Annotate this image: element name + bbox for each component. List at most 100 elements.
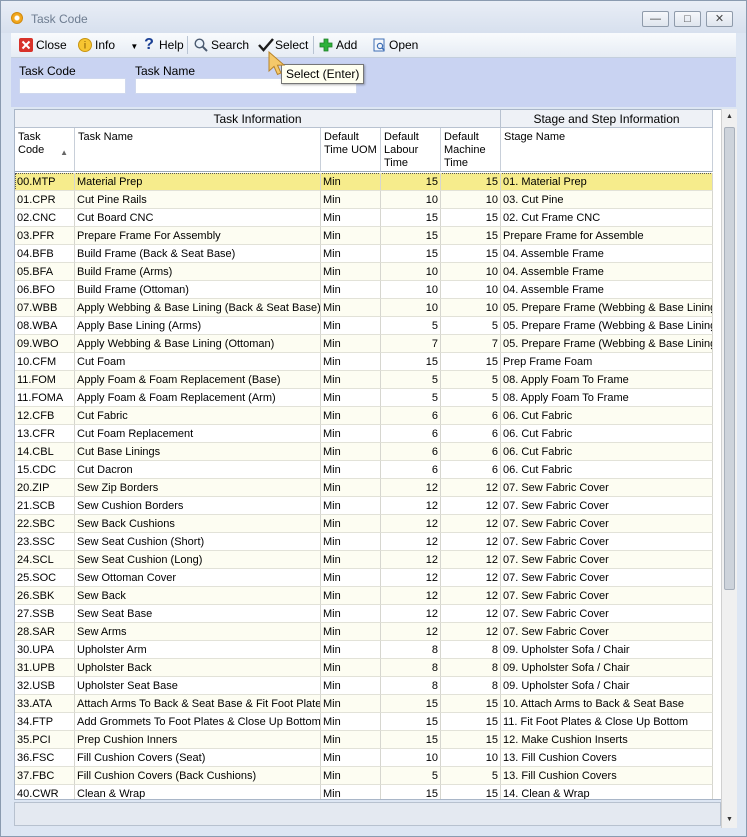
cell-task-name: Add Grommets To Foot Plates & Close Up B… xyxy=(75,713,321,731)
select-label: Select xyxy=(275,38,309,52)
cell-machine-time: 6 xyxy=(441,407,501,425)
cell-task-code: 40.CWR xyxy=(15,785,75,799)
cell-task-name: Sew Cushion Borders xyxy=(75,497,321,515)
select-tooltip: Select (Enter) xyxy=(281,64,365,84)
cell-machine-time: 12 xyxy=(441,551,501,569)
table-row[interactable]: 08.WBA Apply Base Lining (Arms) Min 5 5 05. P… xyxy=(15,317,713,335)
table-row[interactable]: 28.SAR Sew Arms Min 12 12 07. Sew Fabric Cove… xyxy=(15,623,713,641)
table-row[interactable]: 12.CFB Cut Fabric Min 6 6 06. Cut Fabric xyxy=(15,407,713,425)
add-button[interactable]: Add xyxy=(319,37,357,53)
vertical-scrollbar[interactable]: ▲ ▼ xyxy=(721,109,737,828)
scroll-up-icon[interactable]: ▲ xyxy=(722,109,737,125)
cell-task-name: Prepare Frame For Assembly xyxy=(75,227,321,245)
table-row[interactable]: 23.SSC Sew Seat Cushion (Short) Min 12 12 07.… xyxy=(15,533,713,551)
cell-time-uom: Min xyxy=(321,281,381,299)
cell-stage-name: 07. Sew Fabric Cover xyxy=(501,587,713,605)
cell-stage-name: 06. Cut Fabric xyxy=(501,407,713,425)
cell-machine-time: 15 xyxy=(441,731,501,749)
stage-step-information-band: Stage and Step Information xyxy=(501,110,713,128)
table-row[interactable]: 25.SOC Sew Ottoman Cover Min 12 12 07. Sew Fa… xyxy=(15,569,713,587)
cell-task-name: Sew Back Cushions xyxy=(75,515,321,533)
cell-machine-time: 10 xyxy=(441,281,501,299)
cell-task-name: Attach Arms To Back & Seat Base & Fit Fo… xyxy=(75,695,321,713)
search-button[interactable]: Search xyxy=(194,37,249,53)
task-code-window: Task Code — □ ✕ Close i Info ▼ ? Help Sea… xyxy=(0,0,747,837)
cell-stage-name: 07. Sew Fabric Cover xyxy=(501,515,713,533)
table-row[interactable]: 27.SSB Sew Seat Base Min 12 12 07. Sew Fabric… xyxy=(15,605,713,623)
cell-time-uom: Min xyxy=(321,515,381,533)
table-row[interactable]: 24.SCL Sew Seat Cushion (Long) Min 12 12 07. … xyxy=(15,551,713,569)
cell-task-name: Clean & Wrap xyxy=(75,785,321,799)
table-row[interactable]: 00.MTP Material Prep Min 15 15 01. Material P… xyxy=(15,173,713,191)
table-row[interactable]: 14.CBL Cut Base Linings Min 6 6 06. Cut Fabri… xyxy=(15,443,713,461)
table-row[interactable]: 07.WBB Apply Webbing & Base Lining (Back … xyxy=(15,299,713,317)
table-row[interactable]: 32.USB Upholster Seat Base Min 8 8 09. Uphols… xyxy=(15,677,713,695)
cell-task-code: 09.WBO xyxy=(15,335,75,353)
task-code-filter-input[interactable] xyxy=(19,78,126,94)
table-row[interactable]: 30.UPA Upholster Arm Min 8 8 09. Upholster So… xyxy=(15,641,713,659)
column-header-default-machine-time[interactable]: Default Machine Time xyxy=(441,128,501,172)
table-row[interactable]: 31.UPB Upholster Back Min 8 8 09. Upholster S… xyxy=(15,659,713,677)
column-header-default-time-uom[interactable]: Default Time UOM xyxy=(321,128,381,172)
table-row[interactable]: 04.BFB Build Frame (Back & Seat Base) Min 1… xyxy=(15,245,713,263)
table-row[interactable]: 05.BFA Build Frame (Arms) Min 10 10 04. Assem… xyxy=(15,263,713,281)
table-row[interactable]: 02.CNC Cut Board CNC Min 15 15 02. Cut Frame … xyxy=(15,209,713,227)
maximize-button[interactable]: □ xyxy=(674,11,701,27)
title-bar[interactable]: Task Code — □ ✕ xyxy=(1,1,746,33)
scroll-down-icon[interactable]: ▼ xyxy=(722,812,737,828)
cell-labour-time: 15 xyxy=(381,209,441,227)
table-row[interactable]: 06.BFO Build Frame (Ottoman) Min 10 10 04. As… xyxy=(15,281,713,299)
table-row[interactable]: 37.FBC Fill Cushion Covers (Back Cushions… xyxy=(15,767,713,785)
table-row[interactable]: 13.CFR Cut Foam Replacement Min 6 6 06. Cut F… xyxy=(15,425,713,443)
table-row[interactable]: 36.FSC Fill Cushion Covers (Seat) Min 10 10 1… xyxy=(15,749,713,767)
cell-task-code: 01.CPR xyxy=(15,191,75,209)
column-header-default-labour-time[interactable]: Default Labour Time xyxy=(381,128,441,172)
cell-task-code: 07.WBB xyxy=(15,299,75,317)
cell-labour-time: 15 xyxy=(381,713,441,731)
column-header-line: Machine xyxy=(444,144,486,156)
cell-task-code: 30.UPA xyxy=(15,641,75,659)
table-row[interactable]: 34.FTP Add Grommets To Foot Plates & Clos… xyxy=(15,713,713,731)
cell-machine-time: 10 xyxy=(441,191,501,209)
help-button[interactable]: ? Help xyxy=(142,36,184,53)
grid-footer xyxy=(14,802,721,826)
cell-time-uom: Min xyxy=(321,767,381,785)
column-header-stage-name[interactable]: Stage Name xyxy=(501,128,713,172)
cell-task-name: Apply Foam & Foam Replacement (Base) xyxy=(75,371,321,389)
table-row[interactable]: 22.SBC Sew Back Cushions Min 12 12 07. Sew Fa… xyxy=(15,515,713,533)
table-row[interactable]: 20.ZIP Sew Zip Borders Min 12 12 07. Sew Fabr… xyxy=(15,479,713,497)
table-row[interactable]: 03.PFR Prepare Frame For Assembly Min 15 15 P… xyxy=(15,227,713,245)
cell-machine-time: 12 xyxy=(441,479,501,497)
cell-labour-time: 12 xyxy=(381,479,441,497)
table-row[interactable]: 11.FOM Apply Foam & Foam Replacement (Bas… xyxy=(15,371,713,389)
table-row[interactable]: 40.CWR Clean & Wrap Min 15 15 14. Clean & Wra… xyxy=(15,785,713,799)
table-row[interactable]: 09.WBO Apply Webbing & Base Lining (Ottom… xyxy=(15,335,713,353)
cell-stage-name: 08. Apply Foam To Frame xyxy=(501,389,713,407)
table-row[interactable]: 10.CFM Cut Foam Min 15 15 Prep Frame Foam xyxy=(15,353,713,371)
column-header-task-code[interactable]: Task Code ▲ xyxy=(15,128,75,172)
cell-time-uom: Min xyxy=(321,623,381,641)
table-row[interactable]: 33.ATA Attach Arms To Back & Seat Base & … xyxy=(15,695,713,713)
table-row[interactable]: 35.PCI Prep Cushion Inners Min 15 15 12. Make… xyxy=(15,731,713,749)
table-row[interactable]: 21.SCB Sew Cushion Borders Min 12 12 07. Sew … xyxy=(15,497,713,515)
table-row[interactable]: 01.CPR Cut Pine Rails Min 10 10 03. Cut Pine xyxy=(15,191,713,209)
cell-task-name: Cut Base Linings xyxy=(75,443,321,461)
cell-time-uom: Min xyxy=(321,695,381,713)
column-header-task-name[interactable]: Task Name xyxy=(75,128,321,172)
scrollbar-thumb[interactable] xyxy=(724,127,735,590)
cell-machine-time: 12 xyxy=(441,587,501,605)
chevron-down-icon[interactable]: ▼ xyxy=(130,42,138,51)
minimize-button[interactable]: — xyxy=(642,11,669,27)
cell-stage-name: 01. Material Prep xyxy=(501,173,713,191)
cell-stage-name: 04. Assemble Frame xyxy=(501,281,713,299)
table-row[interactable]: 15.CDC Cut Dacron Min 6 6 06. Cut Fabric xyxy=(15,461,713,479)
close-button[interactable]: Close xyxy=(19,37,67,53)
table-row[interactable]: 26.SBK Sew Back Min 12 12 07. Sew Fabric Cove… xyxy=(15,587,713,605)
open-button[interactable]: Open xyxy=(372,37,418,53)
info-button[interactable]: i Info ▼ xyxy=(78,37,138,53)
close-window-button[interactable]: ✕ xyxy=(706,11,733,27)
cell-machine-time: 15 xyxy=(441,209,501,227)
table-row[interactable]: 11.FOMA Apply Foam & Foam Replacement (Ar… xyxy=(15,389,713,407)
column-header-line: Task Name xyxy=(78,131,134,143)
cell-labour-time: 15 xyxy=(381,785,441,799)
